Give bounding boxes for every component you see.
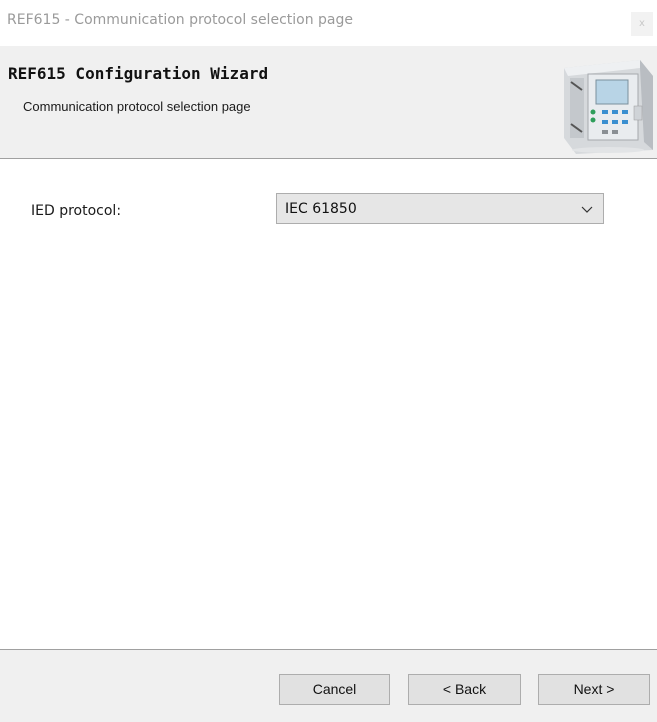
close-button[interactable]: x: [631, 12, 653, 36]
ied-protocol-value: IEC 61850: [285, 201, 357, 217]
next-button[interactable]: Next >: [538, 674, 650, 705]
wizard-content: IED protocol: IEC 61850: [0, 159, 657, 649]
window-title: REF615 - Communication protocol selectio…: [7, 12, 353, 28]
title-bar: REF615 - Communication protocol selectio…: [0, 0, 657, 46]
wizard-footer: Cancel < Back Next >: [0, 650, 657, 722]
back-button[interactable]: < Back: [408, 674, 521, 705]
cancel-button[interactable]: Cancel: [279, 674, 390, 705]
ied-protocol-label: IED protocol:: [31, 203, 122, 219]
wizard-window: REF615 - Communication protocol selectio…: [0, 0, 657, 722]
wizard-header: REF615 Configuration Wizard Communicatio…: [0, 46, 657, 159]
relay-device-image: [564, 60, 653, 154]
wizard-title: REF615 Configuration Wizard: [8, 64, 269, 83]
wizard-subtitle: Communication protocol selection page: [23, 99, 251, 114]
ied-protocol-select[interactable]: IEC 61850: [276, 193, 604, 224]
chevron-down-icon: [581, 206, 593, 213]
